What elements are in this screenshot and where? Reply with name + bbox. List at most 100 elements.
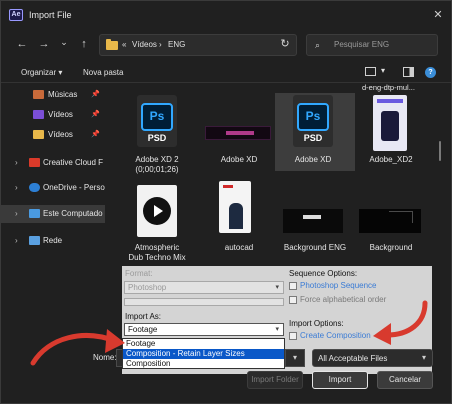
sidebar-item-onedrive[interactable]: › OneDrive - Perso xyxy=(1,179,105,197)
phone-mockup-thumbnail xyxy=(373,95,407,151)
breadcrumb-eng[interactable]: ENG xyxy=(168,40,185,49)
folder-icon xyxy=(33,130,44,139)
chevron-right-icon[interactable]: › xyxy=(15,183,18,192)
psd-file-icon: Ps PSD xyxy=(293,95,333,147)
pin-icon: 📌 xyxy=(91,111,100,118)
address-bar[interactable]: « Vídeos › ENG ⌄ xyxy=(99,34,365,56)
pin-icon: 📌 xyxy=(91,131,100,138)
import-as-select[interactable]: Footage ▾ xyxy=(124,323,284,336)
onedrive-icon xyxy=(29,183,40,192)
close-button[interactable]: ✕ xyxy=(431,8,445,22)
file-label: autocad xyxy=(224,243,254,252)
file-item-background-eng[interactable]: Background ENG xyxy=(275,181,355,259)
organize-menu[interactable]: Organizar ▾ xyxy=(21,68,62,77)
file-item-atmospheric[interactable]: Atmospheric Dub Techno Mix xyxy=(117,181,197,267)
sidebar-item-musicas[interactable]: Músicas 📌 xyxy=(1,86,105,104)
help-icon[interactable]: ? xyxy=(425,67,436,78)
phone-screen xyxy=(381,111,399,141)
forward-icon[interactable]: → xyxy=(37,37,51,51)
chevron-down-icon: ▾ xyxy=(275,326,279,333)
back-icon[interactable]: ← xyxy=(15,37,29,51)
chevron-right-icon[interactable]: › xyxy=(15,209,18,218)
refresh-icon[interactable]: ↻ xyxy=(278,37,292,51)
file-label: Adobe XD xyxy=(294,155,332,164)
audio-file-icon xyxy=(137,185,177,237)
thumbnail-header xyxy=(377,99,403,103)
music-folder-icon xyxy=(33,90,44,99)
import-as-label: Import As: xyxy=(125,312,162,321)
sidebar-item-label: OneDrive - Perso xyxy=(43,183,105,192)
file-type-filter-value: All Acceptable Files xyxy=(318,354,388,363)
file-item-adobe-xd-video[interactable]: Adobe XD xyxy=(199,93,279,173)
view-chevron-icon[interactable]: ▾ xyxy=(381,66,385,75)
sidebar-item-label: Este Computado xyxy=(43,209,103,218)
import-folder-button[interactable]: Import Folder xyxy=(247,371,303,389)
dropdown-option-footage[interactable]: Footage xyxy=(123,339,284,349)
file-type-filter[interactable]: All Acceptable Files ▾ xyxy=(312,349,433,367)
file-name-truncated[interactable]: d-eng-dtp-mul... xyxy=(362,83,415,92)
view-icon[interactable] xyxy=(365,67,376,76)
file-label-line2: (0;00;01;26) xyxy=(135,165,179,174)
photoshop-icon: Ps xyxy=(297,103,329,131)
red-arrow-annotation-right xyxy=(373,300,428,345)
photoshop-letters: Ps xyxy=(149,109,165,123)
create-composition-label: Create Composition xyxy=(300,331,371,340)
sidebar-item-network[interactable]: › Rede xyxy=(1,232,105,250)
title-bar: Ae Import File ✕ xyxy=(1,1,451,29)
cancel-button[interactable]: Cancelar xyxy=(377,371,433,389)
preview-pane-icon[interactable] xyxy=(403,67,414,77)
psd-file-icon: Ps PSD xyxy=(137,95,177,147)
sidebar-item-creative-cloud[interactable]: › Creative Cloud F xyxy=(1,154,105,172)
sidebar-item-videos-folder[interactable]: Vídeos 📌 xyxy=(1,126,105,144)
import-options-label: Import Options: xyxy=(289,319,344,328)
sidebar-item-label: Vídeos xyxy=(48,130,73,139)
pin-icon: 📌 xyxy=(91,91,100,98)
dropdown-option-composition[interactable]: Composition xyxy=(123,359,284,369)
file-name-dropdown-icon[interactable]: ▾ xyxy=(285,349,305,367)
person-thumbnail xyxy=(219,181,251,233)
breadcrumb-overflow[interactable]: « xyxy=(122,40,126,49)
format-select: Photoshop ▾ xyxy=(124,281,284,294)
chevron-right-icon[interactable]: › xyxy=(15,236,18,245)
new-folder-button[interactable]: Nova pasta xyxy=(83,68,123,77)
file-label: Background ENG xyxy=(283,243,347,252)
scrollbar-thumb[interactable] xyxy=(439,141,441,161)
format-value: Photoshop xyxy=(128,283,167,292)
photoshop-sequence-label: Photoshop Sequence xyxy=(300,281,377,290)
file-item-adobe-xd-selected[interactable]: Ps PSD Adobe XD xyxy=(275,93,355,171)
search-icon: ⌕ xyxy=(315,40,321,50)
breadcrumb-videos[interactable]: Vídeos xyxy=(132,40,157,49)
import-button[interactable]: Import xyxy=(312,371,368,389)
play-icon xyxy=(143,197,171,225)
sidebar-item-videos-library[interactable]: Vídeos 📌 xyxy=(1,106,105,124)
video-thumbnail xyxy=(283,209,343,233)
file-item-adobe-xd2[interactable]: Adobe_XD2 xyxy=(351,93,431,173)
history-chevron-icon[interactable]: ⌄ xyxy=(57,35,71,49)
photoshop-letters: Ps xyxy=(305,109,321,123)
up-icon[interactable]: ↑ xyxy=(77,37,91,51)
chevron-right-icon[interactable]: › xyxy=(15,158,18,167)
psd-text: PSD xyxy=(147,133,167,143)
file-item-background[interactable]: Background xyxy=(351,181,431,259)
file-label: Background xyxy=(369,243,413,252)
thumbnail-logo xyxy=(223,185,233,188)
video-thumbnail xyxy=(205,126,271,140)
file-label: Adobe_XD2 xyxy=(369,155,413,164)
force-alphabetical-checkbox[interactable] xyxy=(289,296,297,304)
search-box[interactable]: ⌕ Pesquisar ENG xyxy=(306,34,438,56)
create-composition-checkbox[interactable] xyxy=(289,332,297,340)
red-arrow-annotation-left xyxy=(30,329,125,366)
photoshop-sequence-checkbox[interactable] xyxy=(289,282,297,290)
command-bar: Organizar ▾ Nova pasta ▾ ? xyxy=(1,61,451,83)
sidebar-item-label: Músicas xyxy=(48,90,78,99)
dialog-title: Import File xyxy=(29,10,72,20)
file-item-autocad[interactable]: autocad xyxy=(199,181,279,259)
sidebar-item-this-pc[interactable]: › Este Computado xyxy=(1,205,105,223)
file-item-adobe-xd-2[interactable]: Ps PSD Adobe XD 2 (0;00;01;26) xyxy=(117,93,197,183)
video-folder-icon xyxy=(33,110,44,119)
sidebar-item-label: Rede xyxy=(43,236,63,245)
sequence-options-label: Sequence Options: xyxy=(289,269,358,278)
chevron-down-icon: ▾ xyxy=(275,284,279,291)
dropdown-option-composition-retain-layer-sizes[interactable]: Composition - Retain Layer Sizes xyxy=(123,349,284,359)
file-label: Atmospheric xyxy=(134,243,180,252)
